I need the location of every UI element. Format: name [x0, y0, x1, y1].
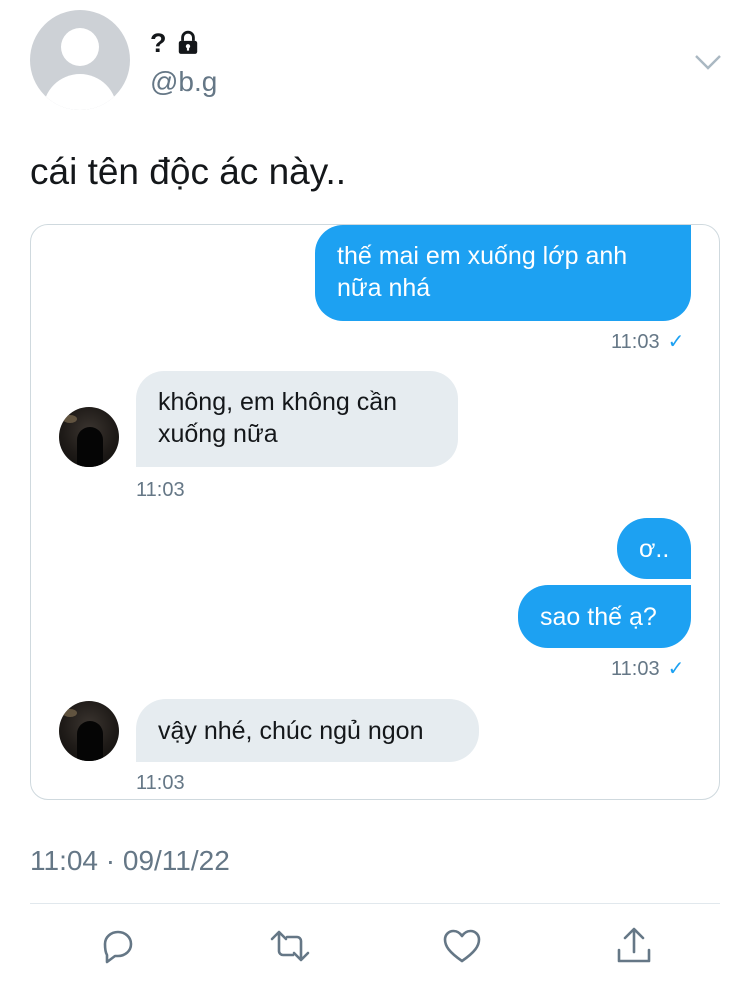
avatar-head-shape [61, 28, 99, 66]
lock-icon [178, 30, 197, 54]
message-bubble-received: không, em không cần xuống nữa [136, 371, 458, 467]
contact-avatar [59, 407, 119, 467]
chevron-down-icon[interactable] [694, 52, 722, 72]
like-icon [443, 929, 481, 963]
message-bubble-received: vậy nhé, chúc ngủ ngon [136, 699, 479, 762]
message-line: sao thế ạ? [540, 603, 657, 631]
tweet-text: cái tên độc ác này.. [30, 151, 347, 192]
divider [30, 903, 720, 904]
message-time: 11:03 ✓ [611, 657, 684, 681]
avatar[interactable] [30, 10, 130, 110]
message-line: thế mai em xuống lớp anh [337, 242, 628, 270]
like-button[interactable] [440, 924, 484, 968]
reply-icon [103, 930, 133, 964]
message-bubble-sent: sao thế ạ? [518, 585, 691, 648]
read-check-icon: ✓ [667, 331, 685, 353]
contact-avatar [59, 701, 119, 761]
message-line: ơ.. [639, 535, 670, 563]
message-line: nữa nhá [337, 274, 431, 302]
message-time: 11:03 [136, 479, 185, 501]
display-name[interactable]: ? [150, 28, 167, 58]
chat-screenshot-card[interactable]: thế mai em xuống lớp anh nữa nhá 11:03 ✓ … [30, 224, 720, 800]
message-bubble-sent: thế mai em xuống lớp anh nữa nhá [315, 225, 691, 321]
message-time: 11:03 ✓ [611, 330, 684, 354]
share-icon [617, 927, 651, 963]
retweet-button[interactable] [268, 924, 312, 968]
user-handle[interactable]: @b.g [150, 66, 217, 98]
tweet-header: ? @b.g [30, 10, 722, 110]
message-line: xuống nữa [158, 420, 278, 448]
message-bubble-sent: ơ.. [617, 518, 691, 579]
message-time: 11:03 [136, 772, 185, 794]
reply-button[interactable] [96, 924, 140, 968]
avatar-light-shape [63, 415, 77, 423]
avatar-light-shape [63, 709, 77, 717]
message-time-value: 11:03 [611, 658, 660, 680]
avatar-body-shape [43, 74, 117, 110]
avatar-figure-shape [77, 721, 103, 761]
avatar-figure-shape [77, 427, 103, 467]
user-name[interactable]: ? [150, 28, 201, 58]
share-button[interactable] [612, 924, 656, 968]
tweet-timestamp[interactable]: 11:04 · 09/11/22 [30, 844, 230, 878]
message-time-value: 11:03 [611, 331, 660, 353]
retweet-icon [270, 930, 310, 962]
message-line: vậy nhé, chúc ngủ ngon [158, 717, 424, 745]
read-check-icon: ✓ [667, 658, 685, 680]
message-line: không, em không cần [158, 388, 398, 416]
